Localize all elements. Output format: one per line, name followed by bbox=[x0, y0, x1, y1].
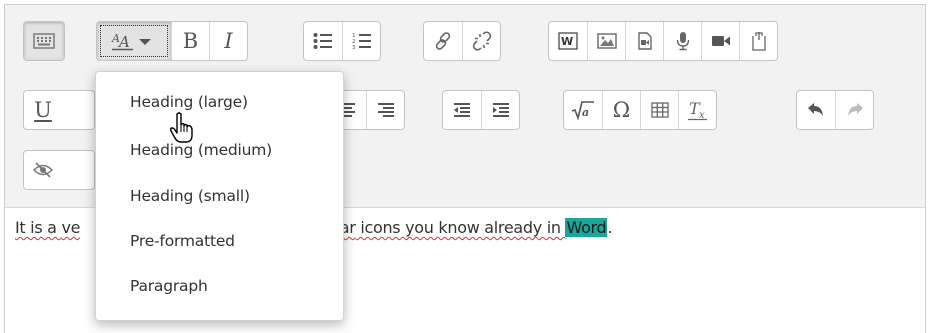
word-paste-icon: W bbox=[558, 32, 578, 50]
menu-item-pre-formatted[interactable]: Pre-formatted bbox=[130, 232, 235, 250]
underline-button[interactable]: U bbox=[24, 91, 62, 129]
svg-text:W: W bbox=[561, 35, 573, 48]
text-start: It is a bbox=[15, 218, 62, 237]
accessibility-checker-button[interactable] bbox=[24, 151, 62, 189]
image-icon bbox=[596, 33, 617, 49]
svg-text:a: a bbox=[582, 106, 589, 119]
align-right-button[interactable] bbox=[366, 91, 404, 129]
lists-group: 123 bbox=[303, 21, 381, 61]
menu-item-heading-small[interactable]: Heading (small) bbox=[130, 187, 250, 205]
highlighted-word: Word bbox=[565, 218, 608, 237]
bold-icon: B bbox=[182, 29, 199, 53]
redo-button[interactable] bbox=[835, 91, 873, 129]
link-icon bbox=[435, 32, 451, 50]
clear-formatting-icon: T x bbox=[687, 99, 707, 121]
bold-button[interactable]: B bbox=[171, 22, 209, 60]
accessibility-checker-icon bbox=[33, 162, 53, 178]
paragraph-styles-icon: A A bbox=[111, 32, 151, 51]
ordered-list-button[interactable]: 123 bbox=[342, 22, 380, 60]
hand-pointer-cursor-icon bbox=[169, 112, 193, 143]
menu-item-paragraph[interactable]: Paragraph bbox=[130, 277, 208, 295]
underline-icon: U bbox=[34, 98, 52, 122]
equation-button[interactable]: a bbox=[564, 91, 602, 129]
underline-group: U bbox=[23, 90, 95, 130]
menu-item-heading-medium[interactable]: Heading (medium) bbox=[130, 141, 272, 159]
text-start-spelled: ve bbox=[61, 218, 81, 237]
manage-files-icon bbox=[751, 32, 766, 51]
paragraph-styles-dropdown: Heading (large) Heading (medium) Heading… bbox=[95, 71, 344, 321]
history-group bbox=[796, 90, 874, 130]
italic-button[interactable]: I bbox=[209, 22, 247, 60]
svg-text:A: A bbox=[117, 33, 130, 51]
clear-formatting-button[interactable]: T x bbox=[678, 91, 716, 129]
special-character-button[interactable]: Ω bbox=[602, 91, 640, 129]
indent-button[interactable] bbox=[481, 91, 519, 129]
record-audio-icon bbox=[676, 32, 689, 51]
undo-icon bbox=[808, 103, 823, 116]
special-character-icon: Ω bbox=[612, 98, 631, 122]
link-button[interactable] bbox=[424, 22, 462, 60]
svg-text:3: 3 bbox=[352, 45, 356, 50]
record-video-button[interactable] bbox=[701, 22, 739, 60]
text-style-group: A A B I bbox=[96, 21, 248, 61]
equation-icon: a bbox=[571, 101, 594, 120]
text-trailing: . bbox=[607, 218, 613, 237]
menu-item-heading-large[interactable]: Heading (large) bbox=[130, 93, 248, 111]
outdent-icon bbox=[454, 103, 470, 117]
record-audio-button[interactable] bbox=[663, 22, 701, 60]
unlink-button[interactable] bbox=[462, 22, 500, 60]
media-file-button[interactable] bbox=[625, 22, 663, 60]
record-video-icon bbox=[711, 36, 730, 46]
svg-text:A: A bbox=[111, 32, 120, 45]
undo-button[interactable] bbox=[797, 91, 835, 129]
ordered-list-icon: 123 bbox=[352, 33, 371, 50]
paragraph-styles-button[interactable]: A A bbox=[97, 22, 171, 60]
indent-icon bbox=[492, 103, 509, 117]
media-group: W bbox=[548, 21, 778, 61]
image-button[interactable] bbox=[587, 22, 625, 60]
insert-group: a Ω T x bbox=[563, 90, 717, 130]
word-paste-button[interactable]: W bbox=[549, 22, 587, 60]
toolbar-toggle-icon bbox=[33, 33, 55, 49]
indent-group bbox=[442, 90, 520, 130]
align-right-icon bbox=[377, 103, 394, 117]
media-file-icon bbox=[637, 32, 652, 50]
table-button[interactable] bbox=[640, 91, 678, 129]
unordered-list-icon bbox=[313, 33, 332, 49]
links-group bbox=[423, 21, 501, 61]
text-end-mid: icons you know already in bbox=[355, 218, 566, 237]
redo-icon bbox=[847, 103, 863, 116]
toolbar-toggle-group bbox=[23, 21, 65, 61]
unordered-list-button[interactable] bbox=[304, 22, 342, 60]
accessibility-group bbox=[23, 150, 95, 190]
italic-icon: I bbox=[224, 29, 233, 53]
manage-files-button[interactable] bbox=[739, 22, 777, 60]
toolbar-toggle-button[interactable] bbox=[24, 22, 64, 60]
unlink-icon bbox=[472, 31, 491, 51]
table-icon bbox=[650, 102, 669, 118]
outdent-button[interactable] bbox=[443, 91, 481, 129]
